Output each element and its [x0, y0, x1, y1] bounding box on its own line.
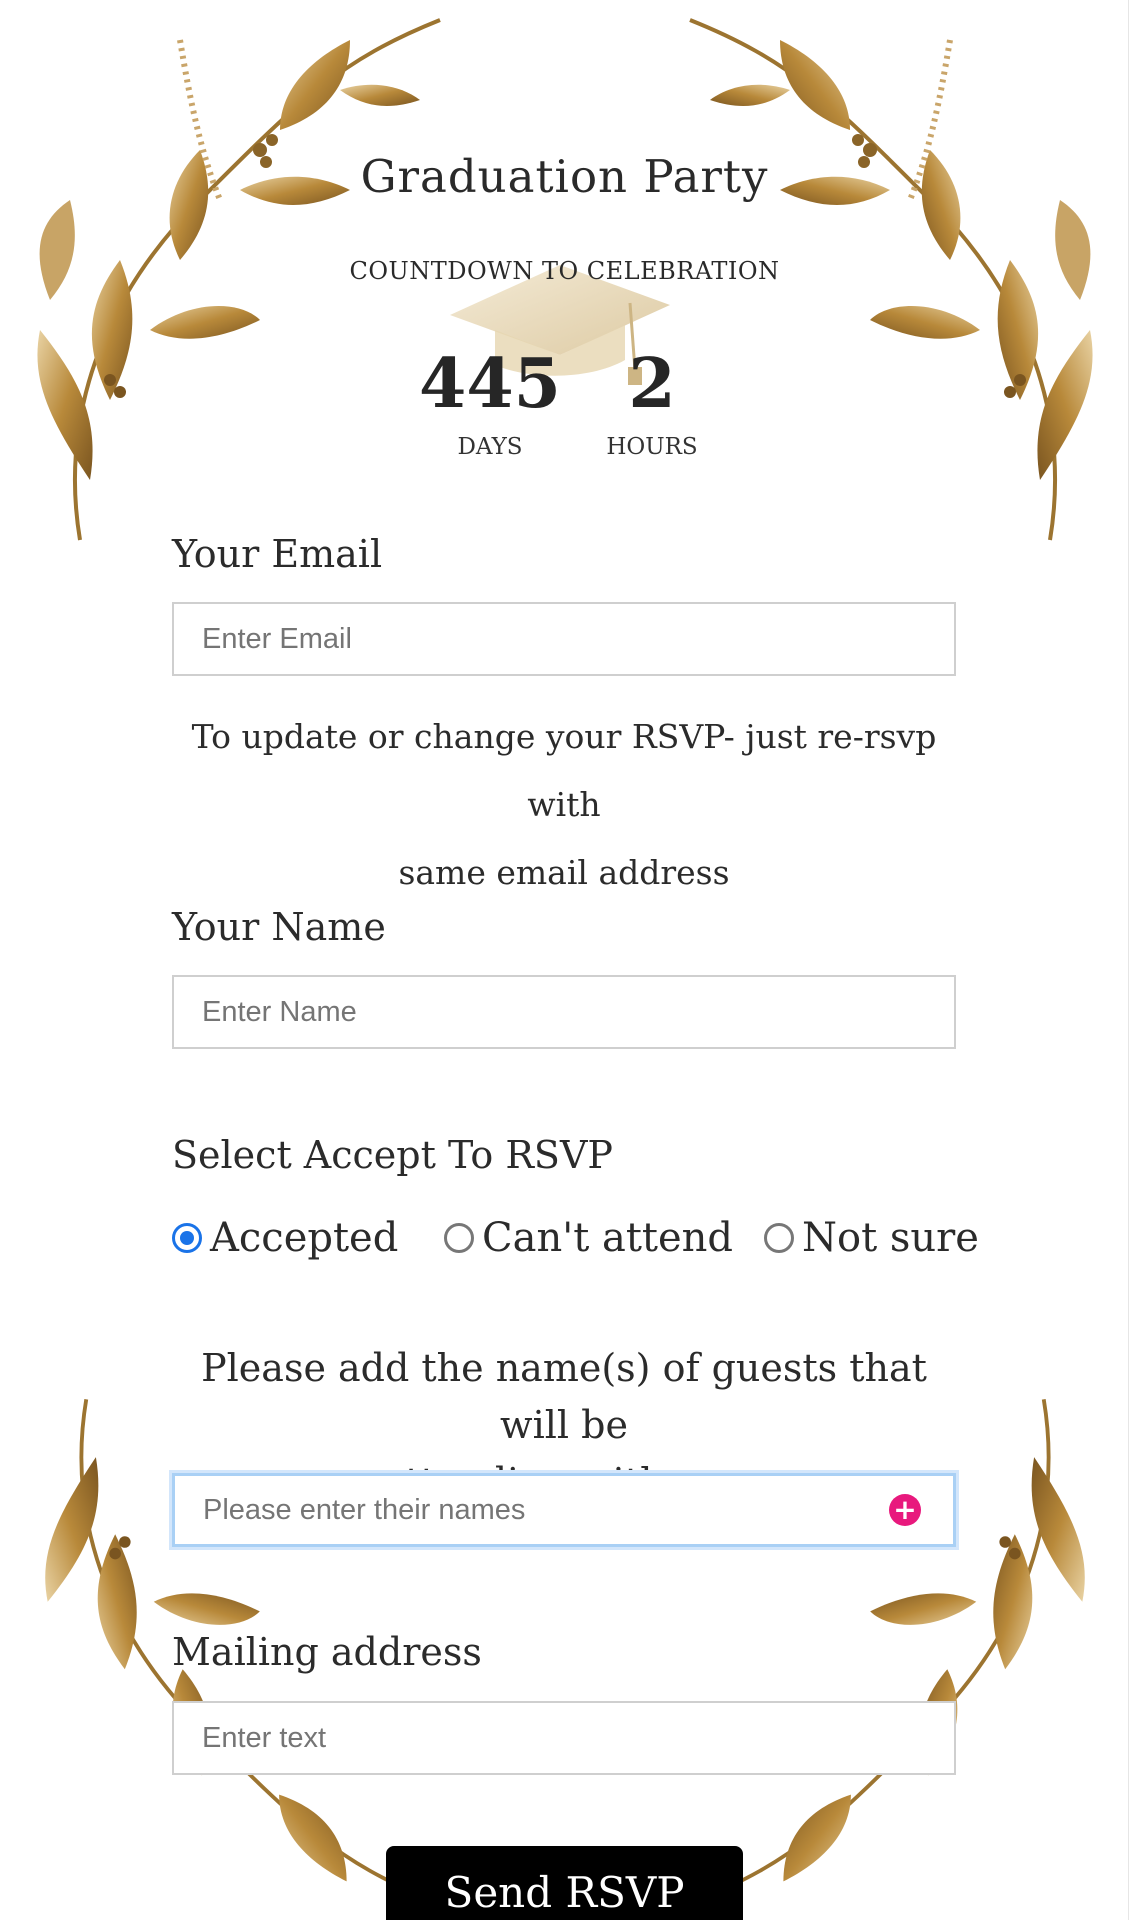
address-label: Mailing address	[172, 1630, 482, 1674]
event-title: Graduation Party	[360, 150, 769, 203]
rsvp-option-label: Not sure	[802, 1215, 979, 1261]
rsvp-option-not-sure[interactable]: Not sure	[764, 1215, 979, 1261]
radio-unchecked-icon[interactable]	[444, 1223, 474, 1253]
guests-field[interactable]: Please enter their names +	[172, 1473, 956, 1547]
email-help-line-1: To update or change your RSVP- just re-r…	[191, 717, 937, 824]
email-field[interactable]: Enter Email	[172, 602, 956, 676]
guests-prompt-line-1: Please add the name(s) of guests that wi…	[201, 1346, 927, 1447]
radio-checked-icon[interactable]	[172, 1223, 202, 1253]
plus-circle-icon[interactable]: +	[889, 1494, 921, 1526]
rsvp-option-accepted[interactable]: Accepted	[172, 1215, 398, 1261]
email-help-text: To update or change your RSVP- just re-r…	[172, 703, 956, 907]
rsvp-option-label: Accepted	[210, 1215, 399, 1261]
countdown-hours-label: HOURS	[606, 434, 698, 460]
name-field[interactable]: Enter Name	[172, 975, 956, 1049]
email-placeholder: Enter Email	[202, 622, 352, 655]
name-placeholder: Enter Name	[202, 995, 357, 1028]
countdown-hours: 2 HOURS	[572, 350, 732, 460]
rsvp-label: Select Accept To RSVP	[172, 1133, 613, 1177]
rsvp-page: Graduation Party COUNTDOWN TO CELEBRATIO…	[0, 0, 1129, 1920]
event-subtitle: COUNTDOWN TO CELEBRATION	[349, 257, 780, 285]
countdown-hours-value: 2	[628, 344, 676, 424]
rsvp-option-cant-attend[interactable]: Can't attend	[444, 1215, 733, 1261]
address-field[interactable]: Enter text	[172, 1701, 956, 1775]
guests-placeholder: Please enter their names	[203, 1493, 526, 1526]
countdown-days-label: DAYS	[457, 434, 523, 460]
email-label: Your Email	[172, 532, 383, 576]
email-help-line-2: same email address	[398, 853, 730, 892]
countdown-days-value: 445	[419, 344, 561, 424]
address-placeholder: Enter text	[202, 1721, 327, 1754]
name-label: Your Name	[172, 905, 386, 949]
radio-unchecked-icon[interactable]	[764, 1223, 794, 1253]
rsvp-option-label: Can't attend	[482, 1215, 734, 1261]
send-rsvp-button[interactable]: Send RSVP	[386, 1846, 743, 1920]
countdown-days: 445 DAYS	[410, 350, 570, 460]
